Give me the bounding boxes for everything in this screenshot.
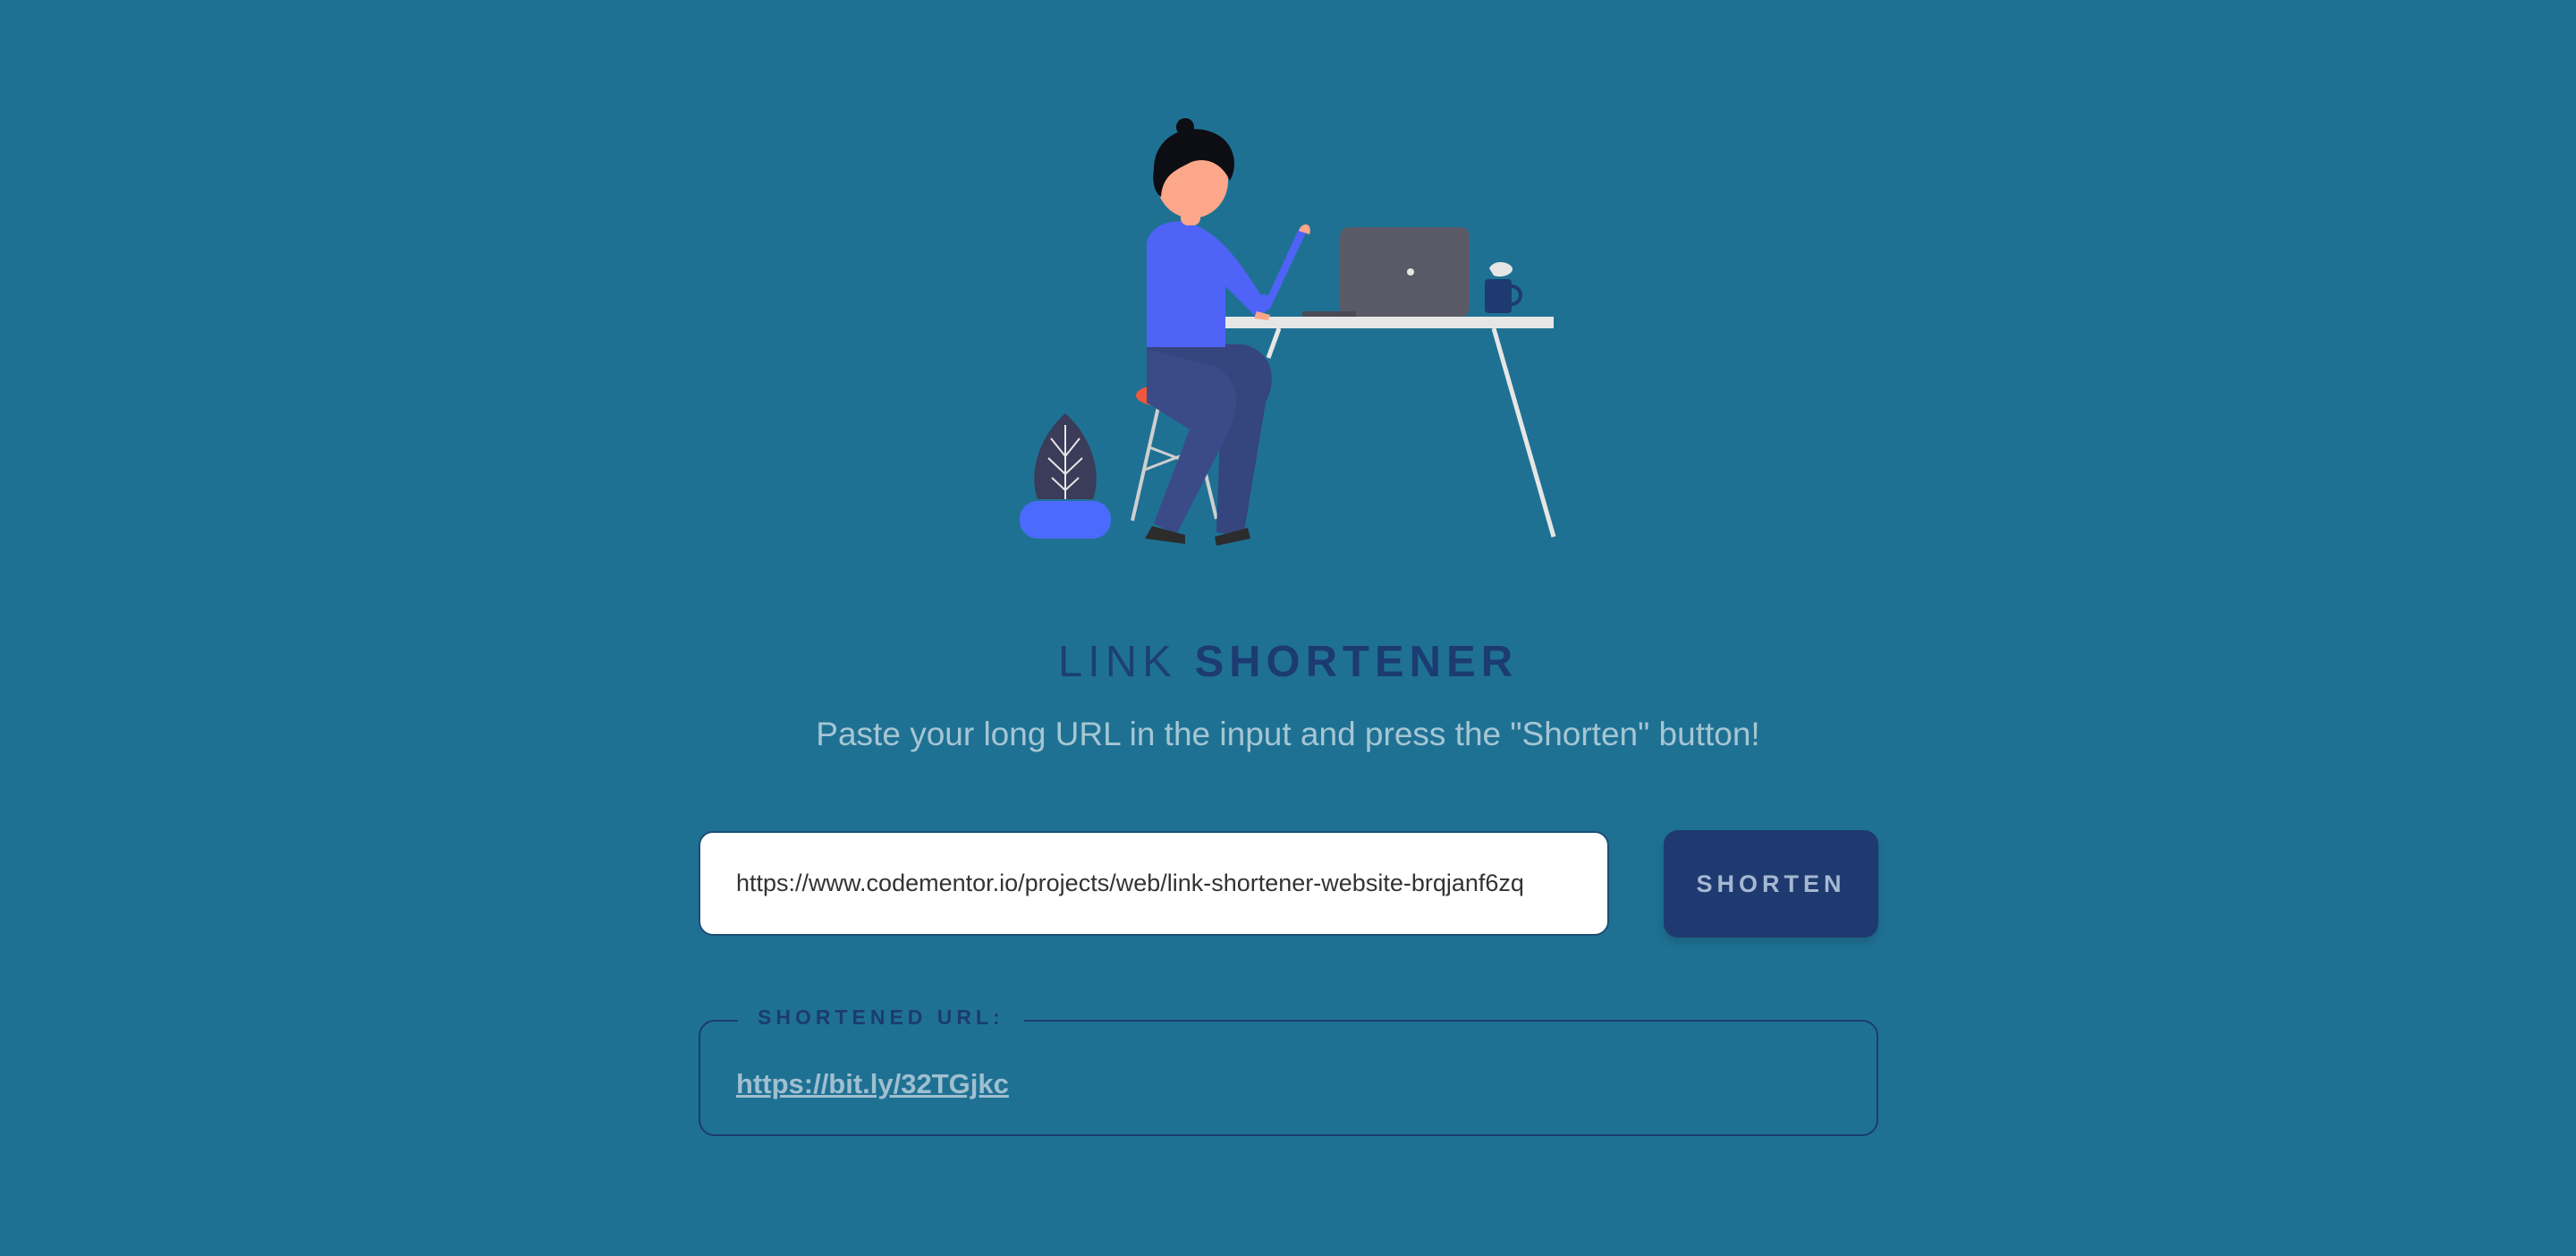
shortened-url-link[interactable]: https://bit.ly/32TGjkc: [736, 1068, 1009, 1100]
person-legs: [1145, 342, 1272, 546]
person-at-desk-illustration: [1020, 118, 1556, 546]
person-head: [1153, 118, 1234, 225]
shorten-button[interactable]: SHORTEN: [1664, 830, 1878, 938]
laptop-icon: [1302, 227, 1470, 317]
shortened-url-label: SHORTENED URL:: [738, 1006, 1024, 1030]
url-input[interactable]: [699, 831, 1609, 936]
page-subtitle: Paste your long URL in the input and pre…: [816, 716, 1760, 752]
page-title: LINK SHORTENER: [0, 637, 2576, 687]
title-light: LINK: [1057, 638, 1177, 686]
title-bold: SHORTENER: [1194, 638, 1519, 686]
mug-icon: [1485, 262, 1522, 313]
plant-icon: [1020, 413, 1111, 539]
desk-icon: [1221, 317, 1556, 538]
shortened-url-box: SHORTENED URL: https://bit.ly/32TGjkc: [699, 1006, 1878, 1136]
